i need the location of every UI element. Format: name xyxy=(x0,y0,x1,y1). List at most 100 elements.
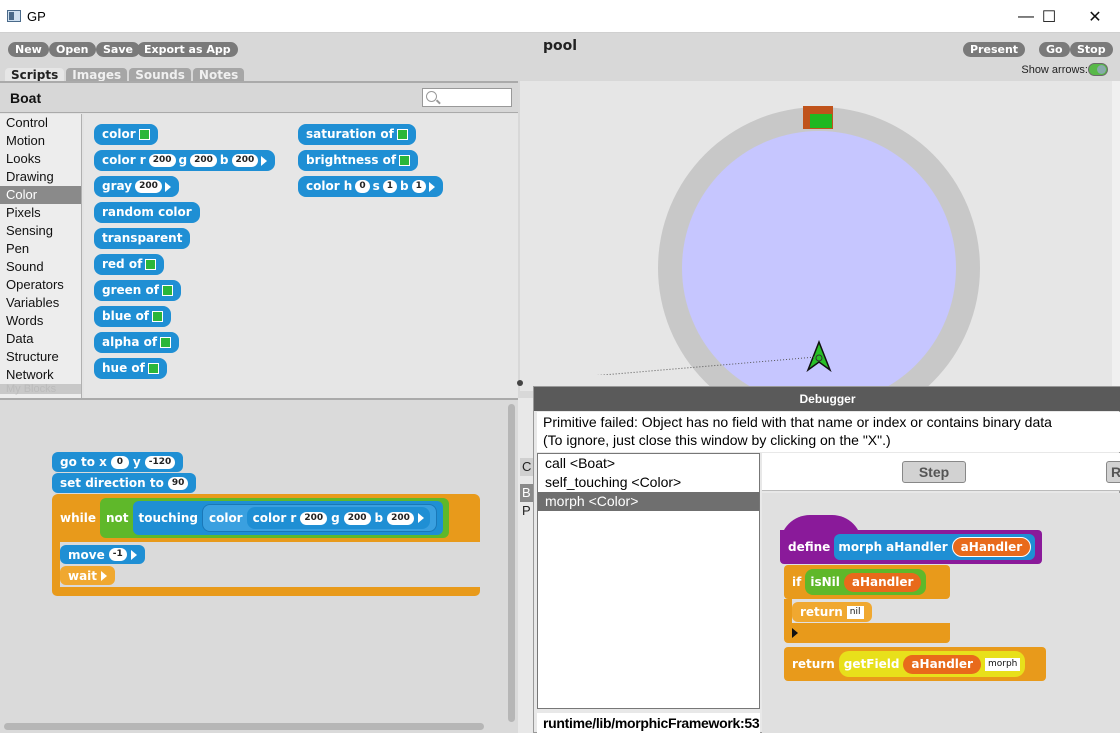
tab-scripts[interactable]: Scripts xyxy=(5,68,65,82)
nil-value[interactable]: nil xyxy=(846,605,864,619)
color-swatch[interactable] xyxy=(161,285,173,296)
random-color-block[interactable]: random color xyxy=(94,202,200,223)
category-structure[interactable]: Structure xyxy=(0,348,81,366)
s-value[interactable]: 1 xyxy=(382,180,398,193)
touching-block[interactable]: touching color color r 200 g 200 b 200 xyxy=(132,501,443,535)
move-block[interactable]: move -1 xyxy=(60,545,145,564)
go-button[interactable]: Go xyxy=(1039,42,1070,57)
g-value[interactable]: 200 xyxy=(343,511,371,525)
parameter-aHandler[interactable]: aHandler xyxy=(951,537,1032,557)
gray-block[interactable]: gray 200 xyxy=(94,176,179,197)
expand-arrow-icon[interactable] xyxy=(428,181,435,192)
resume-button[interactable]: R xyxy=(1106,461,1120,483)
x-value[interactable]: 0 xyxy=(110,455,129,469)
set-direction-block[interactable]: set direction to 90 xyxy=(52,473,197,493)
stage[interactable] xyxy=(520,81,1112,429)
category-motion[interactable]: Motion xyxy=(0,132,81,150)
script-editor[interactable]: go to x 0 y -120 set direction to 90 while n… xyxy=(0,398,518,733)
move-value[interactable]: -1 xyxy=(108,548,127,561)
color-swatch[interactable] xyxy=(152,311,164,322)
category-sensing[interactable]: Sensing xyxy=(0,222,81,240)
field-name-input[interactable]: morph xyxy=(984,657,1021,671)
color-hsb-block[interactable]: color h0s1b1 xyxy=(298,176,443,197)
stack-frame[interactable]: morph <Color> xyxy=(538,492,759,511)
stack-frame[interactable]: call <Boat> xyxy=(538,454,759,473)
h-value[interactable]: 0 xyxy=(355,180,370,193)
color-swatch[interactable] xyxy=(138,129,150,140)
category-network[interactable]: Network xyxy=(0,366,81,384)
blue-of-block[interactable]: blue of xyxy=(94,306,172,327)
color-rgb-reporter[interactable]: color r 200 g 200 b 200 xyxy=(246,507,430,529)
category-pixels[interactable]: Pixels xyxy=(0,204,81,222)
direction-value[interactable]: 90 xyxy=(167,476,189,490)
b-value[interactable]: 200 xyxy=(387,511,414,525)
getfield-block[interactable]: getField aHandler morph xyxy=(838,651,1026,677)
category-pen[interactable]: Pen xyxy=(0,240,81,258)
category-sound[interactable]: Sound xyxy=(0,258,81,276)
color-block[interactable]: color xyxy=(94,124,158,145)
present-button[interactable]: Present xyxy=(963,42,1026,57)
pane-resize-handle[interactable] xyxy=(517,380,523,386)
expand-arrow-icon[interactable] xyxy=(164,181,171,192)
script-horizontal-scrollbar[interactable] xyxy=(4,723,484,730)
block-search-input[interactable] xyxy=(422,88,512,107)
show-arrows-toggle[interactable] xyxy=(1088,63,1108,76)
color-swatch[interactable] xyxy=(147,363,159,374)
go-to-xy-block[interactable]: go to x 0 y -120 xyxy=(52,452,184,472)
green-of-block[interactable]: green of xyxy=(94,280,181,301)
not-block[interactable]: not touching color color r 200 g 200 b 2… xyxy=(100,498,449,538)
expand-arrow-icon[interactable] xyxy=(792,628,798,638)
g-value[interactable]: 200 xyxy=(190,154,217,167)
category-color[interactable]: Color xyxy=(0,186,81,204)
expand-arrow-icon[interactable] xyxy=(261,155,268,166)
color-swatch[interactable] xyxy=(145,259,157,270)
variable-aHandler[interactable]: aHandler xyxy=(843,572,922,592)
alpha-of-block[interactable]: alpha of xyxy=(94,332,180,353)
expand-arrow-icon[interactable] xyxy=(130,549,137,560)
transparent-block[interactable]: transparent xyxy=(94,228,191,249)
maximize-button[interactable]: ☐ xyxy=(1026,0,1072,33)
hue-of-block[interactable]: hue of xyxy=(94,358,167,379)
category-variables[interactable]: Variables xyxy=(0,294,81,312)
step-button[interactable]: Step xyxy=(902,461,966,483)
saturation-of-block[interactable]: saturation of xyxy=(298,124,416,145)
brightness-of-block[interactable]: brightness of xyxy=(298,150,419,171)
category-words[interactable]: Words xyxy=(0,312,81,330)
r-value[interactable]: 200 xyxy=(148,154,176,167)
category-drawing[interactable]: Drawing xyxy=(0,168,81,186)
expand-arrow-icon[interactable] xyxy=(101,570,108,581)
category-control[interactable]: Control xyxy=(0,114,81,132)
script-vertical-scrollbar[interactable] xyxy=(508,404,515,722)
r-value[interactable]: 200 xyxy=(300,511,328,525)
debugger-title[interactable]: Debugger xyxy=(534,387,1120,411)
color-reporter[interactable]: color color r 200 g 200 b 200 xyxy=(201,504,437,532)
morph-signature[interactable]: morph aHandler aHandler xyxy=(834,534,1036,560)
expand-arrow-icon[interactable] xyxy=(417,513,424,523)
color-swatch[interactable] xyxy=(399,155,411,166)
color-swatch[interactable] xyxy=(396,129,408,140)
while-block[interactable]: while not touching color color r 200 g 2… xyxy=(52,494,480,542)
close-window-button[interactable]: ✕ xyxy=(1072,0,1118,33)
wait-block[interactable]: wait xyxy=(60,566,116,585)
stack-frame[interactable]: self_touching <Color> xyxy=(538,473,759,492)
gray-value[interactable]: 200 xyxy=(135,180,162,193)
tab-images[interactable]: Images xyxy=(66,68,128,82)
b-value[interactable]: 200 xyxy=(231,154,259,167)
category-my-blocks[interactable]: My Blocks xyxy=(0,384,81,395)
category-looks[interactable]: Looks xyxy=(0,150,81,168)
tab-notes[interactable]: Notes xyxy=(192,68,245,82)
variable-aHandler[interactable]: aHandler xyxy=(903,654,981,674)
red-of-block[interactable]: red of xyxy=(94,254,165,275)
isnil-block[interactable]: isNil aHandler xyxy=(805,569,927,595)
tab-sounds[interactable]: Sounds xyxy=(129,68,191,82)
define-block[interactable]: define morph aHandler aHandler xyxy=(780,530,1042,564)
return-getfield-block[interactable]: return getField aHandler morph xyxy=(784,647,1046,681)
if-block[interactable]: if isNil aHandler xyxy=(784,565,950,599)
category-operators[interactable]: Operators xyxy=(0,276,81,294)
y-value[interactable]: -120 xyxy=(144,455,176,469)
stop-button[interactable]: Stop xyxy=(1070,42,1113,57)
return-nil-block[interactable]: return nil xyxy=(792,602,872,622)
green-sprite[interactable] xyxy=(810,114,832,128)
b-value[interactable]: 1 xyxy=(411,180,426,193)
color-rgb-block[interactable]: color r 200 g 200 b 200 xyxy=(94,150,276,171)
